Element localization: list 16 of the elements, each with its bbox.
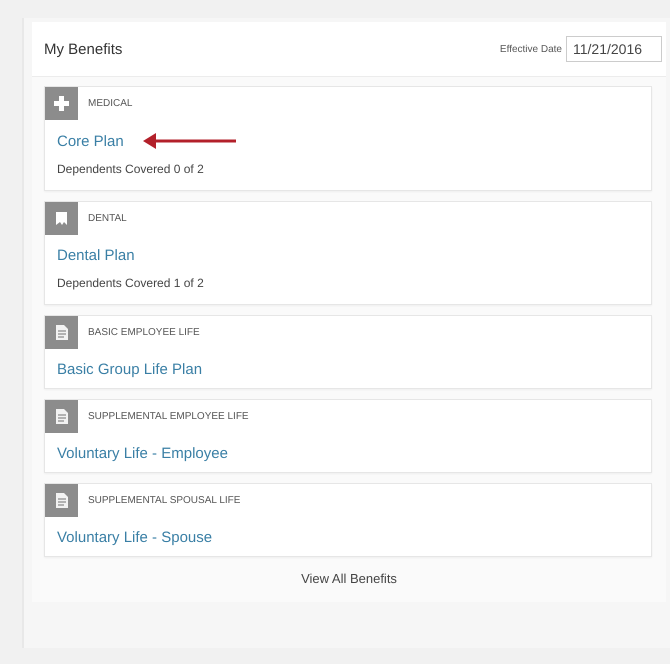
dependents-covered: Dependents Covered 0 of 2 — [57, 162, 205, 176]
benefit-category: SUPPLEMENTAL SPOUSAL LIFE — [88, 495, 240, 506]
plan-link[interactable]: Voluntary Life - Spouse — [57, 529, 212, 546]
plan-link[interactable]: Voluntary Life - Employee — [57, 445, 228, 462]
benefit-category: SUPPLEMENTAL EMPLOYEE LIFE — [88, 411, 249, 422]
benefit-category: DENTAL — [88, 213, 127, 224]
benefit-category: MEDICAL — [88, 98, 132, 109]
plan-link[interactable]: Basic Group Life Plan — [57, 361, 202, 378]
plan-link[interactable]: Core Plan — [57, 132, 124, 150]
effective-date-field[interactable]: 11/21/2016 — [566, 36, 662, 62]
dependents-covered: Dependents Covered 1 of 2 — [57, 276, 205, 290]
plan-link[interactable]: Dental Plan — [57, 247, 135, 264]
panel-title: My Benefits — [44, 40, 122, 58]
effective-date-label: Effective Date — [500, 44, 562, 54]
view-all-link[interactable]: View All Benefits — [301, 571, 397, 586]
benefit-category: BASIC EMPLOYEE LIFE — [88, 327, 200, 338]
